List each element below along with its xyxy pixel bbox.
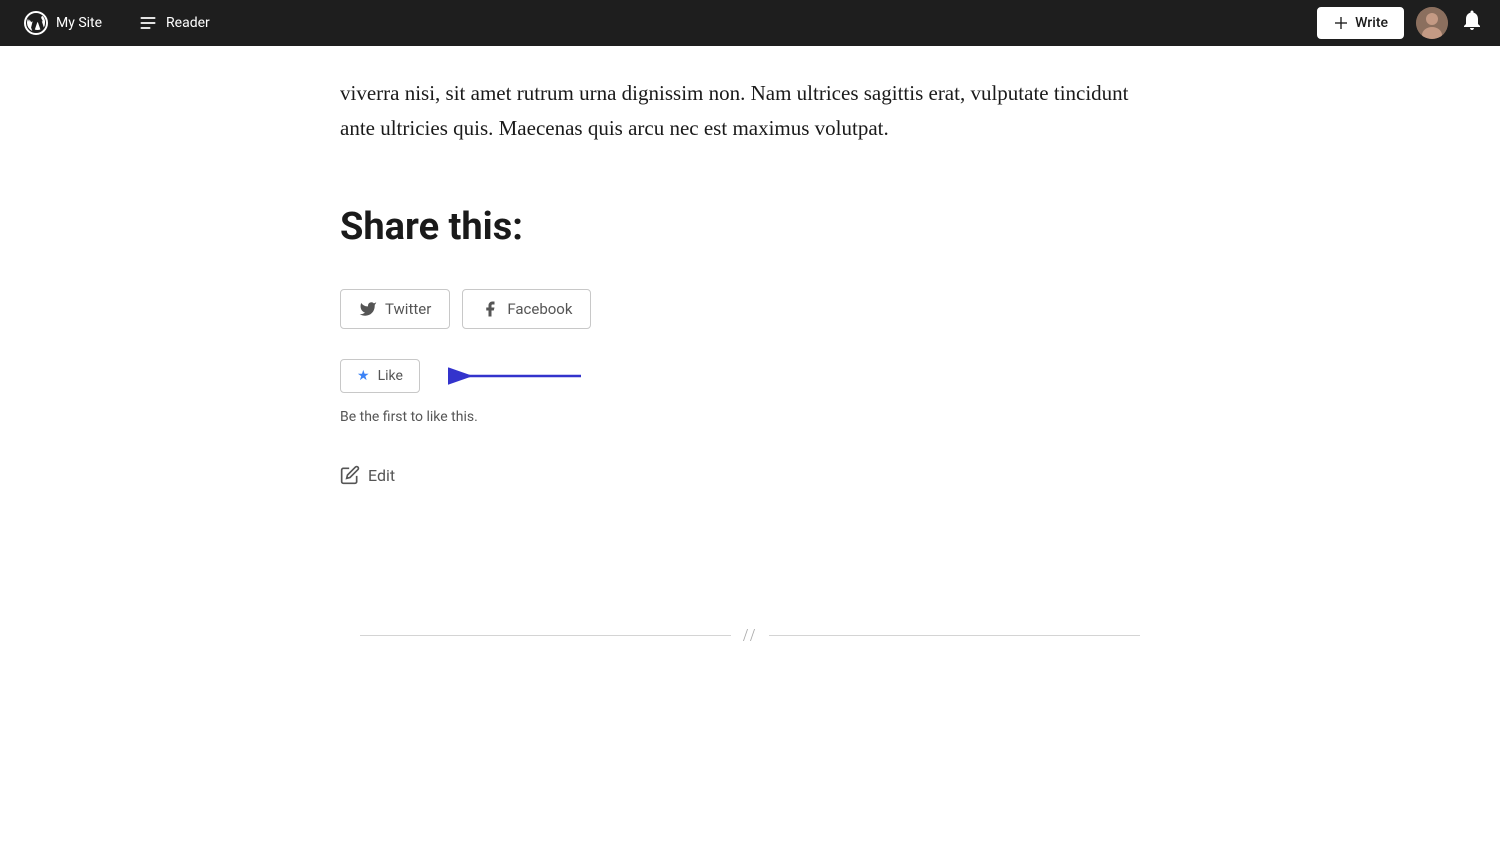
facebook-icon — [481, 300, 499, 318]
write-button[interactable]: Write — [1317, 7, 1404, 39]
like-button[interactable]: ★ Like — [340, 359, 420, 393]
reader-label: Reader — [166, 15, 210, 31]
edit-link[interactable]: Edit — [340, 465, 395, 485]
navbar-right: Write — [1317, 7, 1484, 39]
my-site-label: My Site — [56, 15, 102, 31]
facebook-label: Facebook — [507, 300, 572, 318]
facebook-share-button[interactable]: Facebook — [462, 289, 591, 329]
wordpress-logo-icon — [24, 11, 48, 35]
share-heading: Share this: — [340, 205, 1160, 249]
edit-label: Edit — [368, 466, 395, 485]
like-label: Like — [378, 368, 403, 384]
top-navbar: My Site Reader Write — [0, 0, 1500, 46]
write-label: Write — [1355, 15, 1388, 31]
like-subtext: Be the first to like this. — [340, 409, 1160, 425]
footer-divider: // — [340, 625, 1160, 646]
notifications-bell-icon[interactable] — [1460, 8, 1484, 38]
write-plus-icon — [1333, 15, 1349, 31]
like-section: ★ Like Be the first to l — [340, 359, 1160, 425]
footer-line-left — [360, 635, 731, 636]
share-section: Share this: Twitter Facebook — [340, 185, 1160, 585]
edit-section: Edit — [340, 465, 1160, 485]
twitter-share-button[interactable]: Twitter — [340, 289, 450, 329]
reader-nav-item[interactable]: Reader — [130, 7, 218, 39]
avatar-icon — [1416, 7, 1448, 39]
article-body-text: viverra nisi, sit amet rutrum urna digni… — [340, 46, 1160, 185]
avatar[interactable] — [1416, 7, 1448, 39]
like-row: ★ Like — [340, 359, 1160, 393]
like-arrow-indicator — [436, 366, 581, 386]
reader-icon — [138, 13, 158, 33]
left-arrow-icon — [436, 366, 581, 386]
main-content: viverra nisi, sit amet rutrum urna digni… — [300, 0, 1200, 646]
twitter-bird-icon — [359, 300, 377, 318]
footer-slash-text: // — [731, 625, 769, 646]
share-buttons-row: Twitter Facebook — [340, 289, 1160, 329]
star-icon: ★ — [357, 368, 370, 384]
my-site-nav-item[interactable]: My Site — [16, 5, 110, 41]
footer-line-right — [769, 635, 1140, 636]
edit-icon — [340, 465, 360, 485]
navbar-left: My Site Reader — [16, 5, 218, 41]
bell-icon — [1460, 8, 1484, 32]
twitter-label: Twitter — [385, 300, 431, 318]
